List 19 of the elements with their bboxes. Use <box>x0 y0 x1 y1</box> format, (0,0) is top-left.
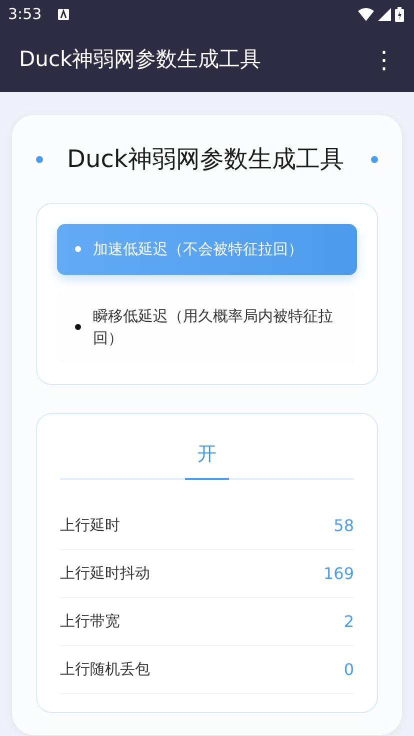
notification-icon <box>58 8 69 20</box>
battery-icon <box>395 6 404 22</box>
param-value: 2 <box>344 610 354 632</box>
signal-icon <box>378 8 391 20</box>
tab-indicator <box>185 478 229 480</box>
param-value: 58 <box>334 514 354 536</box>
param-label: 上行随机丢包 <box>60 659 150 680</box>
param-value: 169 <box>323 562 354 584</box>
heading-dot-icon <box>371 156 378 162</box>
param-label: 上行延时 <box>60 515 120 536</box>
param-label: 上行延时抖动 <box>60 563 150 584</box>
status-time: 3:53 <box>8 4 42 25</box>
param-label: 上行带宽 <box>60 611 120 632</box>
param-value: 0 <box>344 658 354 680</box>
menu-button[interactable]: ⋮ <box>366 48 402 72</box>
app-title: Duck神弱网参数生成工具 <box>19 46 262 74</box>
page-heading: Duck神弱网参数生成工具 <box>66 144 345 175</box>
heading-dot-icon <box>36 156 43 162</box>
wifi-icon <box>358 8 374 20</box>
